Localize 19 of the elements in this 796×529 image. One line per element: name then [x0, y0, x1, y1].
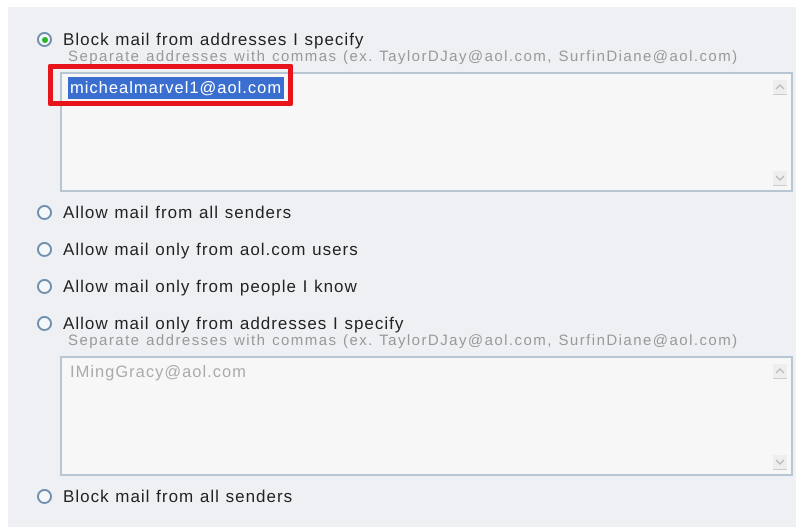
hint-text: Separate addresses with commas (ex. TaylorDJay@aol.com, SurfinDiane@aol.com)	[68, 333, 740, 348]
radio-button[interactable]	[37, 242, 52, 257]
selected-text: michealmarvel1@aol.com	[68, 77, 284, 99]
field-text: IMingGracy@aol.com	[69, 362, 248, 383]
option-label: Block mail from addresses I specify	[63, 30, 364, 50]
option-label: Allow mail only from aol.com users	[63, 240, 359, 260]
scroll-up-icon[interactable]	[773, 80, 787, 95]
scroll-down-icon[interactable]	[773, 171, 787, 186]
hint-text: Separate addresses with commas (ex. TaylorDJay@aol.com, SurfinDiane@aol.com)	[68, 49, 740, 64]
radio-button[interactable]	[37, 316, 52, 331]
option-label: Block mail from all senders	[63, 486, 294, 506]
radio-button[interactable]	[37, 32, 52, 47]
radio-button[interactable]	[37, 279, 52, 294]
option-label: Allow mail only from addresses I specify	[63, 314, 404, 334]
option-label: Allow mail from all senders	[63, 202, 292, 222]
address-field[interactable]: michealmarvel1@aol.com	[60, 72, 793, 192]
radio-button[interactable]	[37, 489, 52, 504]
option-label: Allow mail only from people I know	[63, 276, 358, 296]
radio-button[interactable]	[37, 205, 52, 220]
